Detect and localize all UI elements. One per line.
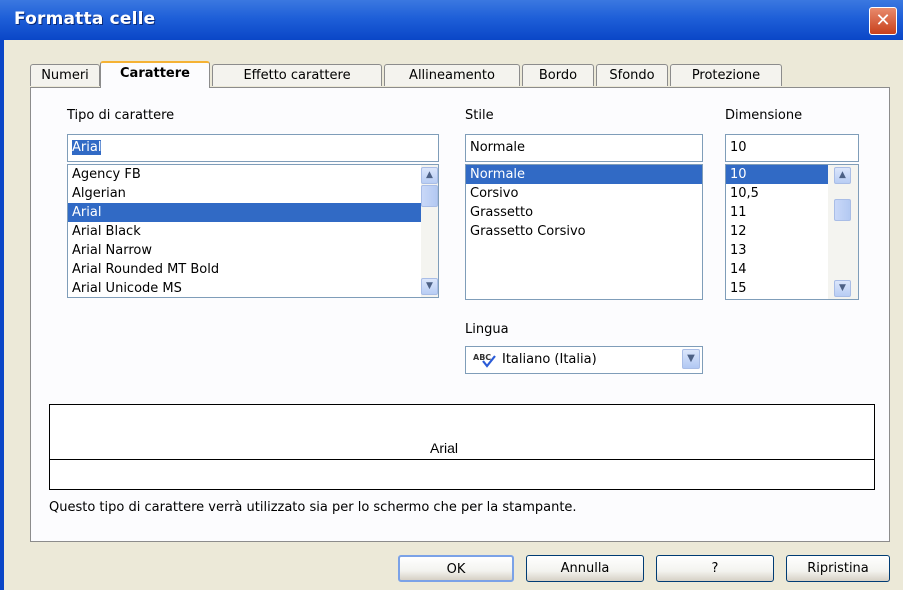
list-item-selected[interactable]: 10	[726, 165, 828, 184]
tab-carattere[interactable]: Carattere	[100, 61, 210, 88]
preview-text: Arial	[428, 440, 461, 456]
font-family-input-value: Arial	[72, 140, 102, 155]
font-list-scrollbar[interactable]: ▲ ▼	[421, 165, 438, 297]
help-button[interactable]: ?	[656, 555, 774, 582]
language-select[interactable]: ABC Italiano (Italia) ▼	[465, 346, 703, 374]
scroll-up-icon[interactable]: ▲	[421, 167, 438, 184]
close-icon[interactable]: ✕	[869, 7, 897, 35]
font-info-text: Questo tipo di carattere verrà utilizzat…	[49, 500, 577, 515]
list-item[interactable]: Arial Rounded MT Bold	[68, 260, 438, 279]
preview-baseline	[50, 459, 874, 460]
language-label: Lingua	[465, 322, 509, 337]
scroll-up-icon[interactable]: ▲	[834, 167, 851, 184]
list-item[interactable]: Grassetto Corsivo	[466, 222, 702, 241]
size-list-scrollbar[interactable]: ▲ ▼	[828, 165, 858, 299]
svg-text:ABC: ABC	[473, 353, 491, 362]
format-cells-dialog: Formatta celle ✕ Numeri Carattere Effett…	[0, 0, 903, 590]
list-item[interactable]: Corsivo	[466, 184, 702, 203]
list-item[interactable]: Algerian	[68, 184, 438, 203]
font-family-label: Tipo di carattere	[67, 108, 175, 123]
list-item[interactable]: Arial Unicode MS	[68, 279, 438, 297]
list-item[interactable]: Arial Black	[68, 222, 438, 241]
scroll-down-icon[interactable]: ▼	[421, 278, 438, 295]
font-preview: Arial	[49, 404, 875, 490]
tab-numeri[interactable]: Numeri	[30, 64, 100, 86]
spellcheck-icon: ABC	[473, 351, 497, 369]
chevron-down-icon[interactable]: ▼	[682, 349, 700, 369]
font-family-input[interactable]: Arial	[67, 134, 439, 162]
tab-effetto-carattere[interactable]: Effetto carattere	[212, 64, 382, 86]
size-label: Dimensione	[725, 108, 803, 123]
style-list[interactable]: Normale Corsivo Grassetto Grassetto Cors…	[465, 164, 703, 300]
tab-protezione[interactable]: Protezione	[670, 64, 782, 86]
language-value: Italiano (Italia)	[502, 352, 597, 367]
window-frame	[0, 40, 4, 590]
tab-panel-carattere: Tipo di carattere Arial Agency FB Algeri…	[30, 87, 890, 542]
tab-bordo[interactable]: Bordo	[522, 64, 594, 86]
size-list[interactable]: 10 10,5 11 12 13 14 15 ▲ ▼	[725, 164, 859, 300]
ok-button[interactable]: OK	[398, 555, 514, 582]
style-input[interactable]: Normale	[465, 134, 703, 162]
tab-allineamento[interactable]: Allineamento	[384, 64, 520, 86]
cancel-button[interactable]: Annulla	[526, 555, 644, 582]
size-input[interactable]: 10	[725, 134, 859, 162]
tab-sfondo[interactable]: Sfondo	[596, 64, 668, 86]
scroll-down-icon[interactable]: ▼	[834, 280, 851, 297]
list-item[interactable]: Agency FB	[68, 165, 438, 184]
list-item[interactable]: Grassetto	[466, 203, 702, 222]
title-bar[interactable]: Formatta celle ✕	[0, 0, 903, 40]
reset-button[interactable]: Ripristina	[786, 555, 890, 582]
list-item[interactable]: Arial Narrow	[68, 241, 438, 260]
style-label: Stile	[465, 108, 494, 123]
scroll-thumb[interactable]	[421, 185, 438, 207]
list-item-selected[interactable]: Arial	[68, 203, 421, 222]
scroll-thumb[interactable]	[834, 199, 851, 221]
font-family-list[interactable]: Agency FB Algerian Arial Arial Black Ari…	[67, 164, 439, 298]
dialog-title: Formatta celle	[14, 9, 156, 29]
list-item-selected[interactable]: Normale	[466, 165, 702, 184]
